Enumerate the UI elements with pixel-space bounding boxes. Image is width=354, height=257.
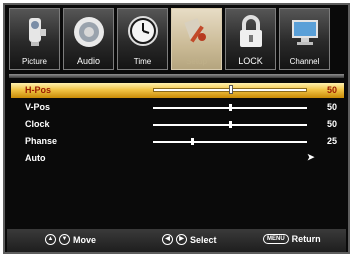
h-pos-slider[interactable]: [153, 85, 307, 94]
setting-value: 50: [326, 119, 337, 129]
tab-picture[interactable]: Picture: [9, 8, 60, 70]
slider-knob[interactable]: [229, 121, 232, 128]
setting-label: Auto: [25, 153, 46, 163]
setting-value: 25: [326, 136, 337, 146]
tab-label: Picture: [22, 57, 47, 66]
monitor-icon: [291, 20, 318, 45]
footer-hints: ▲ ▼ Move ◀ ▶ Select MENU Return: [7, 229, 346, 252]
setting-phanse[interactable]: Phanse 25: [11, 134, 344, 149]
settings-list: H-Pos 50 V-Pos 50 Clock 50 Phanse 25 Aut…: [11, 83, 344, 168]
menu-key-icon: MENU: [263, 234, 289, 244]
phanse-slider[interactable]: [153, 138, 307, 145]
tab-lock[interactable]: LOCK: [225, 8, 276, 70]
setting-label: Clock: [25, 119, 50, 129]
padlock-icon: [239, 15, 262, 47]
setting-value: 50: [326, 102, 337, 112]
move-label: Move: [73, 234, 97, 245]
setting-value: 50: [326, 85, 337, 95]
tab-label: LOCK: [238, 56, 263, 66]
divider: [9, 74, 344, 78]
return-hint: MENU Return: [263, 234, 321, 244]
tools-icon: [183, 18, 206, 43]
slider-knob[interactable]: [229, 85, 233, 94]
setting-label: H-Pos: [25, 85, 52, 95]
v-pos-slider[interactable]: [153, 104, 307, 111]
tab-time[interactable]: Time: [117, 8, 168, 70]
tab-label: Time: [133, 57, 152, 66]
setting-label: Phanse: [25, 136, 58, 146]
camcorder-icon: [28, 18, 46, 46]
tab-label: Audio: [76, 56, 101, 66]
return-label: Return: [291, 234, 321, 244]
clock-icon: [127, 16, 158, 46]
down-arrow-icon: ▼: [59, 234, 70, 245]
setting-clock[interactable]: Clock 50: [11, 117, 344, 132]
arrow-right-icon: ➤: [307, 152, 315, 162]
setting-auto[interactable]: Auto ➤: [11, 151, 344, 166]
right-arrow-icon: ▶: [176, 234, 187, 245]
tab-label: Setup: [186, 57, 207, 66]
left-arrow-icon: ◀: [162, 234, 173, 245]
tab-setup[interactable]: Setup: [171, 8, 222, 70]
move-hint: ▲ ▼ Move: [45, 234, 96, 245]
tab-audio[interactable]: Audio: [63, 8, 114, 70]
select-label: Select: [190, 234, 217, 245]
setting-label: V-Pos: [25, 102, 51, 112]
up-arrow-icon: ▲: [45, 234, 56, 245]
speaker-icon: [73, 17, 104, 47]
slider-knob[interactable]: [229, 104, 232, 111]
slider-knob[interactable]: [190, 138, 194, 145]
menu-tab-bar: Picture Audio Time Setup LOCK Channel: [9, 8, 346, 70]
tab-channel[interactable]: Channel: [279, 8, 330, 70]
setting-v-pos[interactable]: V-Pos 50: [11, 100, 344, 115]
setting-h-pos[interactable]: H-Pos 50: [11, 83, 344, 98]
tab-label: Channel: [289, 57, 320, 66]
osd-menu: Picture Audio Time Setup LOCK Channel H-…: [3, 3, 350, 254]
clock-slider[interactable]: [153, 121, 307, 128]
select-hint: ◀ ▶ Select: [162, 234, 217, 245]
